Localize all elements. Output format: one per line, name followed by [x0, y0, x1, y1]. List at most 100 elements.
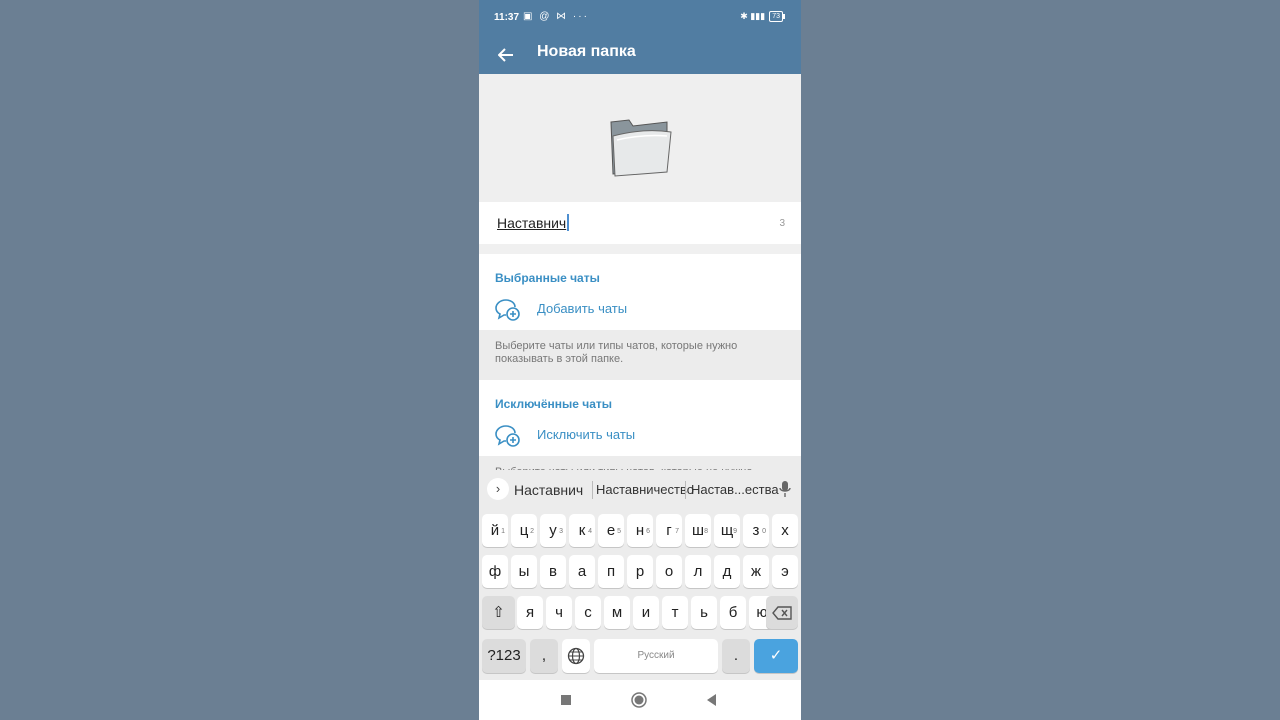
key-label: б	[728, 604, 738, 621]
key-label: м	[611, 604, 623, 621]
key-label: с	[584, 604, 592, 621]
exclude-chats-button[interactable]: Исключить чаты	[479, 418, 801, 454]
suggestion-1[interactable]: Наставнич	[514, 482, 583, 498]
microphone-icon[interactable]	[779, 480, 791, 498]
add-chats-label: Добавить чаты	[537, 301, 628, 316]
key-о[interactable]: о	[656, 555, 682, 588]
suggestion-2[interactable]: Наставничество	[596, 482, 694, 497]
key-label: ✓	[769, 647, 783, 664]
key-label: ф	[488, 563, 502, 580]
key-д[interactable]: д	[714, 555, 740, 588]
key-number-hint: 3	[559, 528, 563, 535]
key-м[interactable]: м	[604, 596, 630, 629]
key-н[interactable]: н6	[627, 514, 653, 547]
back-arrow-icon[interactable]	[491, 40, 521, 70]
key-к[interactable]: к4	[569, 514, 595, 547]
key-number-hint: 7	[675, 528, 679, 535]
key-label: ,	[541, 647, 547, 664]
key-з[interactable]: з0	[743, 514, 769, 547]
key-label: э	[781, 563, 789, 580]
key-label: е	[606, 522, 616, 539]
key-label: а	[577, 563, 587, 580]
enter-check-key[interactable]: ✓	[754, 639, 798, 673]
key-label: ?123	[487, 647, 521, 664]
key-label: о	[664, 563, 674, 580]
numbers-key[interactable]: ?123	[482, 639, 526, 673]
status-bar: 11:37 ▣ @ ⋈ ··· ✱ ▮▮▮ 73	[479, 0, 801, 36]
key-т[interactable]: т	[662, 596, 688, 629]
key-г[interactable]: г7	[656, 514, 682, 547]
shift-key[interactable]: ⇧	[482, 596, 515, 629]
key-у[interactable]: у3	[540, 514, 566, 547]
text-cursor	[567, 214, 570, 231]
key-е[interactable]: е5	[598, 514, 624, 547]
key-label: ы	[518, 563, 530, 580]
key-х[interactable]: х	[772, 514, 798, 547]
phone-screen: 11:37 ▣ @ ⋈ ··· ✱ ▮▮▮ 73 Новая папка Нас…	[479, 0, 801, 720]
key-ы[interactable]: ы	[511, 555, 537, 588]
space-key[interactable]: Русский	[594, 639, 718, 673]
key-label: щ	[720, 522, 734, 539]
key-в[interactable]: в	[540, 555, 566, 588]
key-щ[interactable]: щ9	[714, 514, 740, 547]
back-triangle-icon[interactable]	[704, 692, 720, 708]
key-я[interactable]: я	[517, 596, 543, 629]
key-ф[interactable]: ф	[482, 555, 508, 588]
key-label: з	[752, 522, 760, 539]
key-ц[interactable]: ц2	[511, 514, 537, 547]
included-chats-section: Выбранные чаты Добавить чаты	[479, 254, 801, 330]
key-п[interactable]: п	[598, 555, 624, 588]
key-label: ц	[519, 522, 529, 539]
key-б[interactable]: б	[720, 596, 746, 629]
key-label: х	[781, 522, 789, 539]
key-ш[interactable]: ш8	[685, 514, 711, 547]
key-label: й	[490, 522, 500, 539]
key-label: л	[693, 563, 703, 580]
backspace-icon	[772, 606, 792, 620]
folder-name-input[interactable]: Наставнич	[497, 214, 570, 231]
key-label: д	[722, 563, 732, 580]
suggestion-bar: › Наставнич Наставничество Настав...еств…	[479, 470, 801, 508]
key-ь[interactable]: ь	[691, 596, 717, 629]
key-р[interactable]: р	[627, 555, 653, 588]
folder-icon	[610, 119, 672, 177]
key-л[interactable]: л	[685, 555, 711, 588]
status-time: 11:37	[494, 12, 520, 23]
excluded-chats-section: Исключённые чаты Исключить чаты	[479, 380, 801, 456]
included-chats-title: Выбранные чаты	[495, 271, 600, 285]
key-label: ж	[750, 563, 762, 580]
add-chats-button[interactable]: Добавить чаты	[479, 292, 801, 328]
key-а[interactable]: а	[569, 555, 595, 588]
key-label: в	[549, 563, 557, 580]
key-number-hint: 2	[530, 528, 534, 535]
chevron-right-icon[interactable]: ›	[487, 478, 509, 500]
key-ч[interactable]: ч	[546, 596, 572, 629]
key-ж[interactable]: ж	[743, 555, 769, 588]
home-circle-icon[interactable]	[631, 692, 647, 708]
key-и[interactable]: и	[633, 596, 659, 629]
suggestion-3[interactable]: Настав...ества	[691, 482, 779, 497]
language-key[interactable]	[562, 639, 590, 673]
key-label: я	[525, 604, 535, 621]
key-label: р	[635, 563, 645, 580]
key-й[interactable]: й1	[482, 514, 508, 547]
comma-emoji-key[interactable]: ,	[530, 639, 558, 673]
key-э[interactable]: э	[772, 555, 798, 588]
suggestion-divider	[685, 481, 686, 499]
char-counter: 3	[779, 218, 785, 229]
key-number-hint: 5	[617, 528, 621, 535]
status-right: ✱ ▮▮▮ 73	[740, 11, 785, 22]
key-label: к	[578, 522, 586, 539]
app-bar: Новая папка	[479, 36, 801, 74]
backspace-key[interactable]	[766, 596, 798, 629]
recents-square-icon[interactable]	[558, 692, 574, 708]
chat-add-icon	[495, 425, 520, 447]
period-key[interactable]: .	[722, 639, 750, 673]
page-title: Новая папка	[537, 43, 636, 60]
excluded-chats-title: Исключённые чаты	[495, 397, 613, 411]
globe-icon	[567, 647, 585, 665]
key-number-hint: 1	[501, 528, 505, 535]
key-с[interactable]: с	[575, 596, 601, 629]
key-label: т	[671, 604, 679, 621]
key-number-hint: 4	[588, 528, 592, 535]
